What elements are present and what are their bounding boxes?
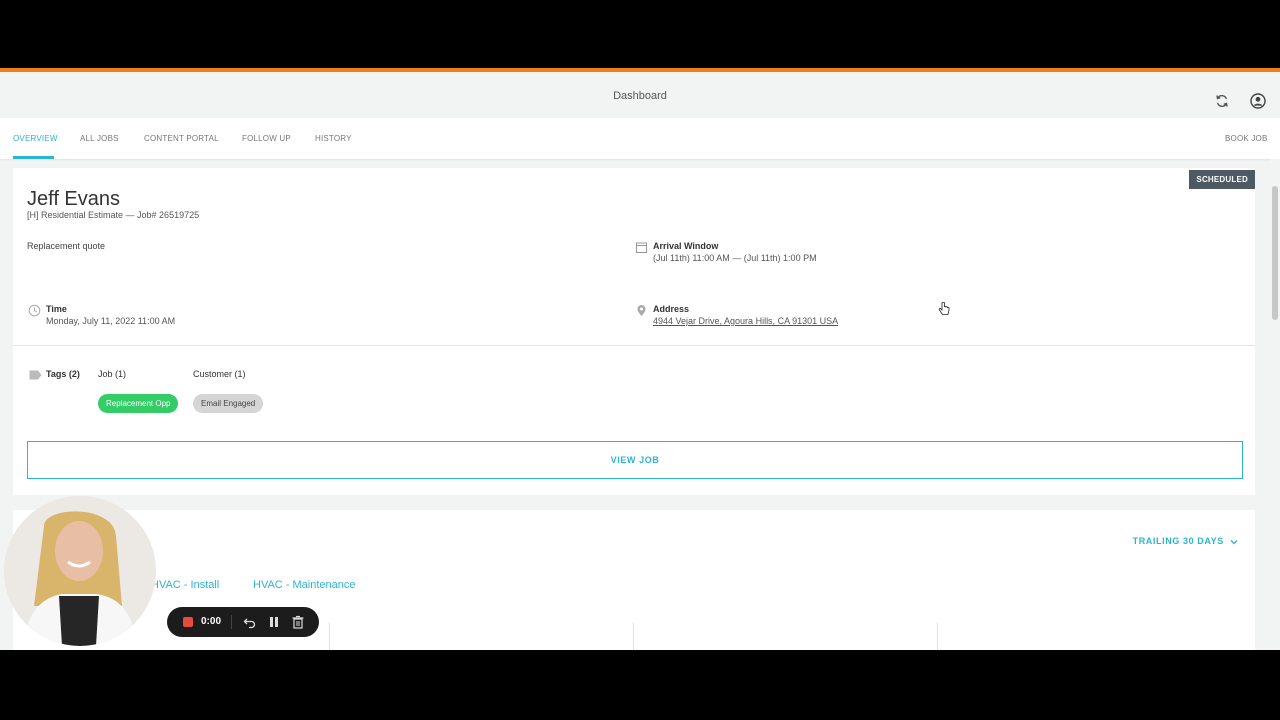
screen: Dashboard OVERVIEW ALL JOBS CONTENT PORT…	[0, 0, 1280, 720]
tab-follow-up[interactable]: FOLLOW UP	[242, 134, 291, 143]
account-icon[interactable]	[1250, 93, 1266, 109]
trash-icon[interactable]	[291, 615, 305, 629]
tag-customer-count: Customer (1)	[193, 369, 246, 379]
job-description: Replacement quote	[27, 241, 106, 251]
presenter-avatar	[4, 496, 156, 646]
active-tab-indicator	[13, 156, 54, 159]
recorder-divider	[231, 615, 232, 629]
calendar-icon	[636, 242, 647, 253]
tag-job-count: Job (1)	[98, 369, 127, 379]
job-subtitle: [H] Residential Estimate — Job# 26519725	[27, 210, 200, 220]
tab-history[interactable]: HISTORY	[315, 134, 352, 143]
chevron-down-icon	[1230, 539, 1238, 545]
address-field: Address 4944 Vejar Drive, Agoura Hills, …	[637, 304, 838, 326]
address-link[interactable]: 4944 Vejar Drive, Agoura Hills, CA 91301…	[653, 316, 838, 326]
undo-icon[interactable]	[243, 615, 257, 629]
trailing-dropdown[interactable]: TRAILING 30 DAYS	[1133, 536, 1238, 546]
recording-time: 0:00	[201, 616, 222, 627]
tag-replacement-opp[interactable]: Replacement Opp	[98, 394, 179, 413]
tags-count: Tags (2)	[46, 369, 80, 379]
job-card: SCHEDULED Jeff Evans [H] Residential Est…	[13, 168, 1255, 495]
book-job-button[interactable]: BOOK JOB	[1225, 134, 1268, 143]
stat-column-divider	[633, 623, 634, 650]
top-bar: Dashboard	[0, 72, 1280, 118]
status-badge: SCHEDULED	[1189, 170, 1255, 189]
location-pin-icon	[637, 305, 646, 316]
arrival-window-label: Arrival Window	[653, 241, 719, 251]
tab-bar: OVERVIEW ALL JOBS CONTENT PORTAL FOLLOW …	[0, 118, 1280, 159]
customer-name: Jeff Evans	[27, 188, 121, 210]
pause-icon[interactable]	[267, 615, 281, 629]
address-label: Address	[653, 304, 690, 314]
webcam-bubble[interactable]	[4, 496, 156, 646]
tag-email-engaged[interactable]: Email Engaged	[193, 394, 264, 413]
stat-column-divider	[329, 623, 330, 650]
time-value: Monday, July 11, 2022 11:00 AM	[46, 316, 176, 326]
tab-content-portal[interactable]: CONTENT PORTAL	[144, 134, 219, 143]
view-job-button[interactable]: VIEW JOB	[27, 441, 1243, 479]
stop-record-button[interactable]	[183, 617, 193, 627]
tab-all-jobs[interactable]: ALL JOBS	[80, 134, 119, 143]
time-label: Time	[46, 304, 67, 314]
hand-cursor-icon	[938, 302, 950, 315]
arrival-window: Arrival Window (Jul 11th) 11:00 AM — (Ju…	[636, 241, 817, 263]
filter-hvac-install[interactable]: HVAC - Install	[151, 579, 219, 591]
recording-controls: 0:00	[167, 607, 319, 637]
filter-hvac-maintenance[interactable]: HVAC - Maintenance	[253, 579, 356, 591]
arrival-window-value: (Jul 11th) 11:00 AM — (Jul 11th) 1:00 PM	[653, 253, 817, 263]
tag-icon	[29, 370, 42, 380]
scrollbar-thumb[interactable]	[1272, 186, 1278, 320]
time-field: Time Monday, July 11, 2022 11:00 AM	[28, 304, 176, 326]
page-title: Dashboard	[613, 90, 667, 102]
stat-column-divider	[937, 623, 938, 650]
clock-icon	[28, 304, 41, 317]
browser-viewport: Dashboard OVERVIEW ALL JOBS CONTENT PORT…	[0, 68, 1280, 650]
refresh-icon[interactable]	[1214, 93, 1230, 109]
tab-overview[interactable]: OVERVIEW	[13, 134, 58, 143]
trailing-label: TRAILING 30 DAYS	[1132, 536, 1224, 546]
section-divider	[13, 345, 1255, 346]
